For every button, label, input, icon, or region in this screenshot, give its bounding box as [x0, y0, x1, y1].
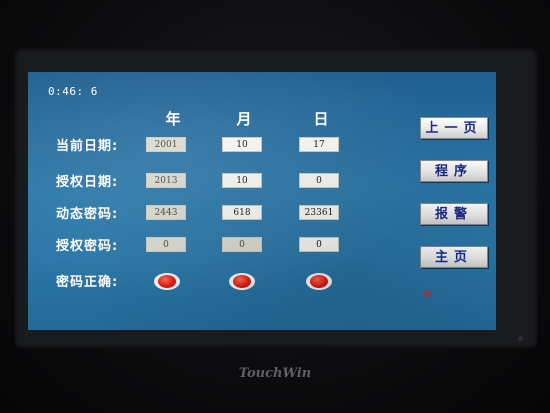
auth-password-3-field[interactable]: 0	[299, 237, 339, 252]
power-led-icon	[518, 336, 523, 341]
hmi-screen: 0:46: 6 年 月 日 当前日期: 2001 10 17 授权日期: 201…	[28, 72, 496, 330]
auth-day-field[interactable]: 0	[299, 173, 339, 188]
password-ok-label: 密码正确:	[56, 275, 119, 290]
auth-year-field[interactable]: 2013	[146, 173, 186, 188]
password-ok-lamp-1	[154, 273, 180, 290]
auth-password-2-field[interactable]: 0	[222, 237, 262, 252]
home-button[interactable]: 主页	[420, 246, 488, 268]
dynamic-password-2-field: 618	[222, 205, 262, 220]
dynamic-password-3-field: 23361	[299, 205, 339, 220]
password-ok-lamp-3	[306, 273, 332, 290]
version-label: V:	[423, 290, 434, 300]
dynamic-password-label: 动态密码:	[56, 207, 119, 222]
column-header-month: 月	[236, 110, 252, 128]
prev-page-button[interactable]: 上一页	[420, 117, 488, 139]
auth-password-1-field[interactable]: 0	[146, 237, 186, 252]
current-day-field: 17	[299, 137, 339, 152]
auth-date-label: 授权日期:	[56, 175, 119, 190]
program-button[interactable]: 程序	[420, 160, 488, 182]
dynamic-password-1-field: 2443	[146, 205, 186, 220]
brand-logo: TouchWin	[238, 366, 312, 381]
auth-month-field[interactable]: 10	[222, 173, 262, 188]
clock-display: 0:46: 6	[48, 85, 98, 98]
password-ok-lamp-2	[229, 273, 255, 290]
current-date-label: 当前日期:	[56, 139, 119, 154]
column-header-year: 年	[165, 110, 181, 128]
auth-password-label: 授权密码:	[56, 239, 119, 254]
current-year-field: 2001	[146, 137, 186, 152]
current-month-field: 10	[222, 137, 262, 152]
column-header-day: 日	[313, 110, 329, 128]
alarm-button[interactable]: 报警	[420, 203, 488, 225]
